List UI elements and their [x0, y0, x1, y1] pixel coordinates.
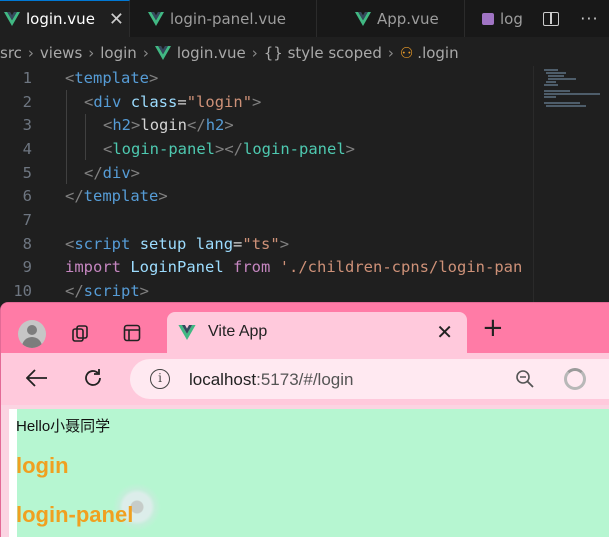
zoom-icon[interactable] [515, 369, 535, 393]
browser-window: Vite App ✕ + i localhost:5173/#/login He… [0, 302, 609, 537]
tab-label: login-panel.vue [170, 9, 286, 28]
code-line: 5 </div> [0, 161, 533, 185]
browser-tab-strip: Vite App ✕ + [1, 303, 609, 353]
refresh-icon[interactable] [82, 367, 104, 393]
file-icon [482, 12, 494, 25]
line-number: 1 [22, 68, 32, 87]
breadcrumb-views[interactable]: views [40, 44, 82, 62]
line-number: 4 [22, 139, 32, 158]
minimap[interactable] [533, 66, 609, 302]
code-line: 4 <login-panel></login-panel> [0, 137, 533, 161]
tab-label: log [500, 9, 523, 28]
line-number: 6 [22, 187, 32, 206]
address-bar[interactable]: i localhost:5173/#/login [130, 359, 609, 399]
code-text: </div> [84, 163, 141, 182]
chevron-right-icon: › [251, 44, 258, 62]
breadcrumb-file[interactable]: login.vue [177, 44, 246, 62]
code-text: import LoginPanel from './children-cpns/… [65, 258, 523, 277]
vue-file-icon [355, 11, 371, 26]
line-number: 9 [22, 258, 32, 277]
code-line: 3 <h2>login</h2> [0, 113, 533, 137]
line-number: 7 [22, 210, 32, 229]
close-tab-icon[interactable]: ✕ [436, 320, 453, 344]
tab-app-vue[interactable]: App.vue [317, 0, 465, 37]
vue-file-icon [4, 12, 20, 26]
login-heading: login [16, 453, 69, 478]
line-number: 3 [22, 116, 32, 135]
code-line: 7 [0, 208, 533, 232]
breadcrumb: src › views › login › login.vue › {} sty… [0, 40, 459, 66]
login-panel-heading: login-panel [16, 502, 134, 527]
tab-login-vue[interactable]: login.vue ✕ [0, 0, 130, 37]
breadcrumb-style-scoped[interactable]: {} style scoped [264, 44, 382, 62]
code-text: <script setup lang="ts"> [65, 234, 290, 253]
code-line: 1 <template> [0, 66, 533, 90]
tab-label: App.vue [377, 9, 439, 28]
url-text[interactable]: localhost:5173/#/login [189, 370, 353, 390]
tab-log[interactable]: log [465, 0, 535, 37]
code-text: <h2>login</h2> [103, 116, 234, 135]
code-text: <template> [65, 68, 159, 87]
editor-actions: ··· [533, 0, 609, 37]
code-text: </script> [65, 282, 150, 301]
code-line: 9 import LoginPanel from './children-cpn… [0, 256, 533, 280]
browser-tab-vite-app[interactable]: Vite App ✕ [167, 312, 467, 353]
line-number: 5 [22, 163, 32, 182]
breadcrumb-login[interactable]: login [100, 44, 137, 62]
vue-favicon [178, 325, 196, 340]
code-editor: login.vue ✕ login-panel.vue App.vue log … [0, 0, 609, 302]
more-actions-icon[interactable]: ··· [580, 9, 598, 28]
editor-tab-bar: login.vue ✕ login-panel.vue App.vue log [0, 0, 609, 37]
vue-file-icon [154, 46, 171, 60]
tab-login-panel-vue[interactable]: login-panel.vue [130, 0, 317, 37]
edge-icon[interactable] [564, 368, 586, 390]
vue-file-icon [148, 11, 164, 26]
line-number: 8 [22, 234, 32, 253]
address-toolbar: i localhost:5173/#/login [1, 353, 609, 405]
split-editor-icon[interactable] [543, 11, 560, 26]
css-selector-icon: ⚇ [399, 44, 414, 62]
chevron-right-icon: › [142, 44, 149, 62]
code-text: </template> [65, 187, 168, 206]
tab-actions-icon[interactable] [123, 324, 141, 342]
code-area[interactable]: 1 <template> 2 <div class="login"> 3 <h2… [0, 66, 533, 302]
line-number: 10 [13, 282, 32, 301]
site-info-icon[interactable]: i [150, 369, 170, 389]
code-line: 6 </template> [0, 184, 533, 208]
code-line: 2 <div class="login"> [0, 90, 533, 114]
greeting-text: Hello小聂同学 [16, 418, 111, 435]
new-tab-button[interactable]: + [482, 313, 504, 343]
code-text: <login-panel></login-panel> [103, 139, 355, 158]
code-text: <div class="login"> [84, 92, 262, 111]
chevron-right-icon: › [387, 44, 394, 62]
code-line: 10 </script> [0, 279, 533, 303]
breadcrumb-src[interactable]: src [0, 44, 22, 62]
close-icon[interactable]: ✕ [109, 9, 124, 30]
breadcrumb-selector[interactable]: .login [417, 44, 458, 62]
back-icon[interactable] [25, 369, 48, 391]
chevron-right-icon: › [27, 44, 34, 62]
workspaces-icon[interactable] [71, 323, 91, 343]
code-line: 8 <script setup lang="ts"> [0, 232, 533, 256]
tab-label: login.vue [26, 10, 95, 28]
line-number: 2 [22, 92, 32, 111]
chevron-right-icon: › [88, 44, 95, 62]
profile-avatar[interactable] [18, 320, 46, 348]
browser-tab-title: Vite App [208, 323, 268, 340]
